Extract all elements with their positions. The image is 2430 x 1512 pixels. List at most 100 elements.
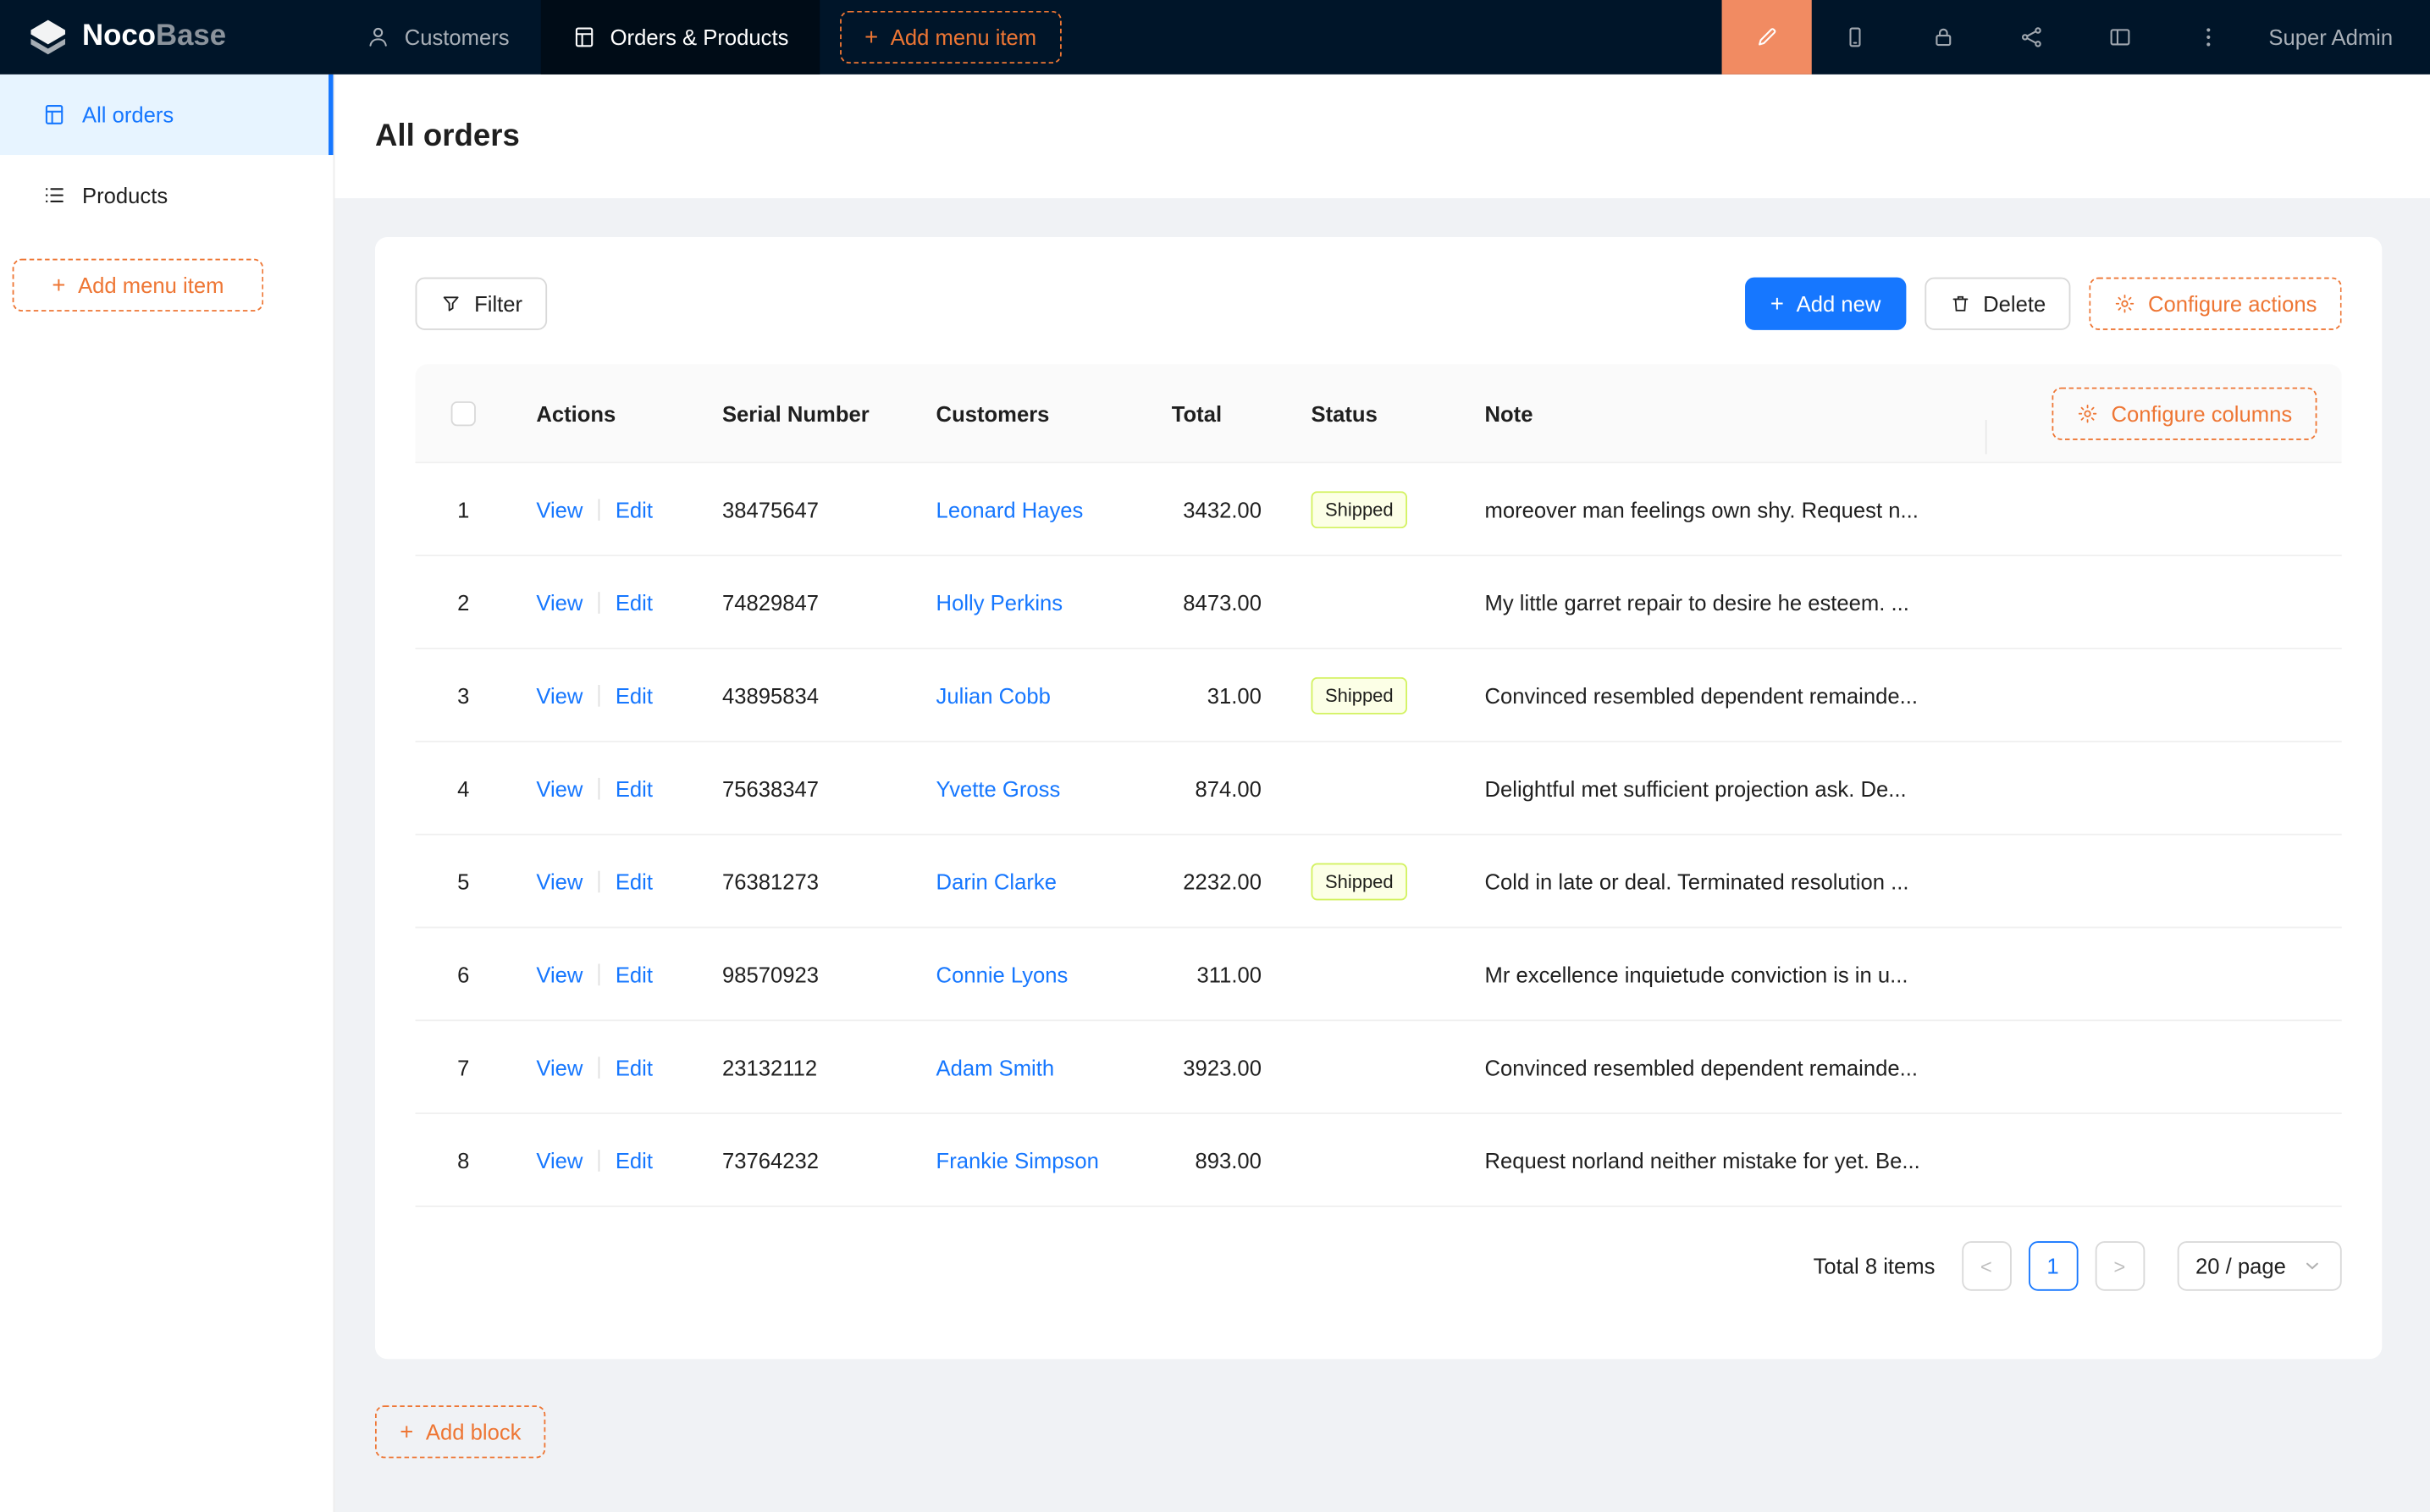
- edit-link[interactable]: Edit: [616, 589, 653, 614]
- unordered-list-icon: [41, 183, 66, 207]
- sidebar-item-all-orders[interactable]: All orders: [0, 74, 334, 155]
- select-all-checkbox[interactable]: [451, 400, 476, 425]
- sidebar-add-menu-item-button[interactable]: + Add menu item: [13, 259, 264, 312]
- customer-cell: Julian Cobb: [911, 682, 1146, 707]
- view-link[interactable]: View: [536, 589, 583, 614]
- note-cell: Request norland neither mistake for yet.…: [1460, 1147, 1985, 1172]
- table-row[interactable]: 6 ViewEdit 98570923 Connie Lyons 311.00 …: [416, 928, 2342, 1021]
- row-index: 7: [416, 1055, 511, 1079]
- delete-button[interactable]: Delete: [1925, 278, 2071, 330]
- view-link[interactable]: View: [536, 869, 583, 893]
- column-header-status: Status: [1286, 400, 1460, 425]
- note-cell: Convinced resembled dependent remainde..…: [1460, 682, 1985, 707]
- nav-item-orders-products[interactable]: Orders & Products: [540, 0, 820, 74]
- configure-columns-cell: Configure columns: [1985, 387, 2342, 439]
- ellipsis-vertical-icon: [2196, 25, 2221, 49]
- main-area: All orders Filter: [334, 74, 2430, 1512]
- customer-cell: Adam Smith: [911, 1055, 1146, 1079]
- link-divider: [599, 870, 600, 892]
- row-actions-cell: View Edit: [511, 1147, 698, 1172]
- api-doc-button[interactable]: [1988, 0, 2076, 74]
- customer-link[interactable]: Julian Cobb: [936, 682, 1051, 707]
- mobile-client-button[interactable]: [1811, 0, 1899, 74]
- customer-link[interactable]: Yvette Gross: [936, 775, 1061, 800]
- pagination-next-button[interactable]: >: [2095, 1241, 2145, 1291]
- plus-icon: +: [1770, 292, 1784, 315]
- configure-actions-button[interactable]: Configure actions: [2089, 278, 2341, 330]
- edit-link[interactable]: Edit: [616, 1055, 653, 1079]
- customer-link[interactable]: Holly Perkins: [936, 589, 1063, 614]
- edit-link[interactable]: Edit: [616, 962, 653, 986]
- link-divider: [599, 963, 600, 985]
- add-new-button[interactable]: + Add new: [1746, 278, 1906, 330]
- view-link[interactable]: View: [536, 1055, 583, 1079]
- user-menu[interactable]: Super Admin: [2253, 0, 2430, 74]
- row-index: 2: [416, 589, 511, 614]
- total-cell: 874.00: [1146, 775, 1286, 800]
- customer-link[interactable]: Frankie Simpson: [936, 1147, 1099, 1172]
- edit-link[interactable]: Edit: [616, 869, 653, 893]
- page-size-select[interactable]: 20 / page: [2177, 1241, 2342, 1291]
- sidebar-item-label: Products: [82, 183, 168, 207]
- table-row[interactable]: 8 ViewEdit 73764232 Frankie Simpson 893.…: [416, 1114, 2342, 1207]
- table-row[interactable]: 7 ViewEdit 23132112 Adam Smith 3923.00 C…: [416, 1021, 2342, 1114]
- ui-editor-toggle-button[interactable]: [1721, 0, 1811, 74]
- plus-icon: +: [400, 1421, 413, 1443]
- view-link[interactable]: View: [536, 497, 583, 521]
- layout-button[interactable]: [2076, 0, 2164, 74]
- mobile-icon: [1843, 25, 1868, 49]
- customer-link[interactable]: Adam Smith: [936, 1055, 1055, 1079]
- nav-item-customers[interactable]: Customers: [334, 0, 540, 74]
- column-header-total: Total: [1146, 400, 1286, 425]
- nocobase-logo[interactable]: NocoBase: [0, 0, 334, 74]
- view-link[interactable]: View: [536, 1147, 583, 1172]
- pagination-page-1[interactable]: 1: [2028, 1241, 2078, 1291]
- edit-link[interactable]: Edit: [616, 682, 653, 707]
- total-cell: 2232.00: [1146, 869, 1286, 893]
- customer-link[interactable]: Darin Clarke: [936, 869, 1057, 893]
- serial-number-cell: 75638347: [698, 775, 912, 800]
- edit-link[interactable]: Edit: [616, 775, 653, 800]
- select-all-cell: [416, 400, 511, 425]
- row-actions-cell: View Edit: [511, 497, 698, 521]
- row-index: 5: [416, 869, 511, 893]
- customer-link[interactable]: Connie Lyons: [936, 962, 1069, 986]
- person-icon: [366, 25, 390, 49]
- row-actions-cell: View Edit: [511, 1055, 698, 1079]
- status-cell: Shipped: [1286, 676, 1460, 714]
- view-link[interactable]: View: [536, 962, 583, 986]
- view-link[interactable]: View: [536, 682, 583, 707]
- serial-number-cell: 76381273: [698, 869, 912, 893]
- sidebar-item-products[interactable]: Products: [0, 155, 334, 235]
- edit-link[interactable]: Edit: [616, 497, 653, 521]
- table-row[interactable]: 4 ViewEdit 75638347 Yvette Gross 874.00 …: [416, 742, 2342, 836]
- header-add-menu-item-button[interactable]: + Add menu item: [840, 11, 1062, 63]
- filter-button[interactable]: Filter: [416, 278, 548, 330]
- configure-columns-button[interactable]: Configure columns: [2052, 387, 2317, 439]
- note-cell: Mr excellence inquietude conviction is i…: [1460, 962, 1985, 986]
- add-block-button[interactable]: + Add block: [375, 1405, 546, 1458]
- view-link[interactable]: View: [536, 775, 583, 800]
- page-title: All orders: [375, 119, 520, 154]
- note-cell: moreover man feelings own shy. Request n…: [1460, 497, 1985, 521]
- table-row[interactable]: 5 View Edit 76381273 Darin Clarke 2232.00…: [416, 836, 2342, 929]
- customer-cell: Yvette Gross: [911, 775, 1146, 800]
- more-menu-button[interactable]: [2165, 0, 2253, 74]
- customer-link[interactable]: Leonard Hayes: [936, 497, 1084, 521]
- row-index: 6: [416, 962, 511, 986]
- row-index: 3: [416, 682, 511, 707]
- note-cell: My little garret repair to desire he est…: [1460, 589, 1985, 614]
- pagination-prev-button[interactable]: <: [1962, 1241, 2012, 1291]
- orders-table: Actions Serial Number Customers Total St…: [416, 364, 2342, 1207]
- serial-number-cell: 74829847: [698, 589, 912, 614]
- status-cell: Shipped: [1286, 863, 1460, 900]
- serial-number-cell: 23132112: [698, 1055, 912, 1079]
- table-row[interactable]: 3 ViewEdit 43895834 Julian Cobb 31.00 Sh…: [416, 649, 2342, 742]
- table-row[interactable]: 2 ViewEdit 74829847 Holly Perkins 8473.0…: [416, 556, 2342, 649]
- serial-number-cell: 38475647: [698, 497, 912, 521]
- lock-button[interactable]: [1900, 0, 1988, 74]
- edit-link[interactable]: Edit: [616, 1147, 653, 1172]
- link-divider: [599, 777, 600, 799]
- customer-cell: Leonard Hayes: [911, 497, 1146, 521]
- table-row[interactable]: 1 ViewEdit 38475647 Leonard Hayes 3432.0…: [416, 463, 2342, 556]
